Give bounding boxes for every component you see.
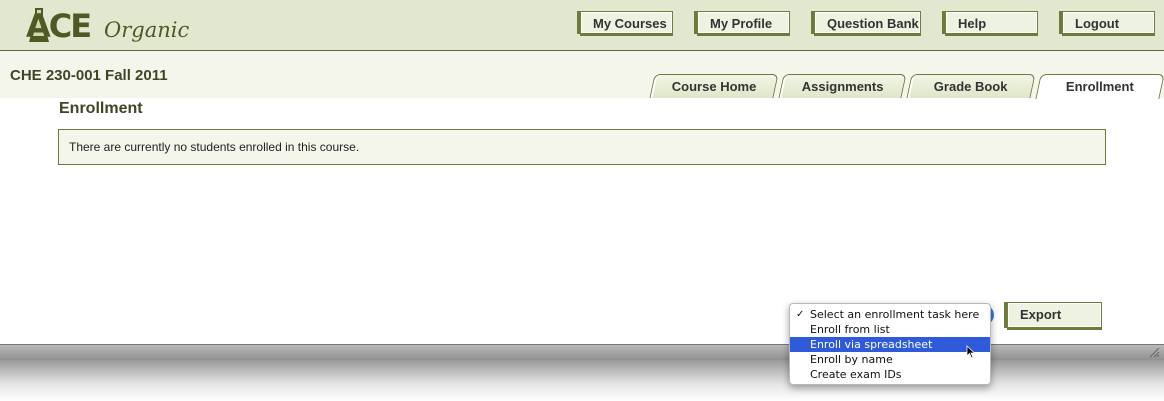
enrollment-notice: There are currently no students enrolled… bbox=[58, 129, 1106, 165]
menu-item-label: Enroll from list bbox=[810, 323, 890, 336]
menu-item-label: Select an enrollment task here bbox=[810, 308, 980, 321]
menu-item-enroll-via-spreadsheet[interactable]: Enroll via spreadsheet bbox=[790, 337, 990, 352]
tab-course-home[interactable]: Course Home bbox=[649, 74, 779, 98]
menu-item-enroll-by-name[interactable]: Enroll by name bbox=[790, 352, 990, 367]
checkmark-icon: ✓ bbox=[796, 309, 805, 320]
tab-grade-book[interactable]: Grade Book bbox=[906, 74, 1036, 98]
logout-label: Logout bbox=[1075, 16, 1120, 31]
my-courses-label: My Courses bbox=[593, 16, 667, 31]
export-label: Export bbox=[1020, 307, 1062, 322]
logout-button[interactable]: Logout bbox=[1062, 11, 1155, 34]
help-label: Help bbox=[958, 16, 987, 31]
top-header: ACE Organic My Courses My Profile Questi… bbox=[0, 0, 1164, 51]
tab-course-home-label: Course Home bbox=[671, 79, 757, 94]
help-button[interactable]: Help bbox=[945, 11, 1038, 34]
question-bank-label: Question Bank bbox=[827, 16, 919, 31]
logo-organic-text: Organic bbox=[104, 18, 190, 42]
tab-grade-book-label: Grade Book bbox=[933, 79, 1008, 94]
menu-item-label: Create exam IDs bbox=[810, 368, 902, 381]
my-courses-button[interactable]: My Courses bbox=[580, 11, 673, 34]
mouse-cursor-icon bbox=[966, 345, 976, 359]
menu-item-enroll-from-list[interactable]: Enroll from list bbox=[790, 322, 990, 337]
course-title: CHE 230-001 Fall 2011 bbox=[10, 67, 168, 84]
menu-item-label: Enroll via spreadsheet bbox=[810, 338, 933, 351]
logo-ace-text: ACE bbox=[26, 7, 92, 45]
resize-grip-icon[interactable] bbox=[1149, 347, 1160, 358]
question-bank-button[interactable]: Question Bank bbox=[814, 11, 921, 34]
ace-organic-logo[interactable]: ACE Organic bbox=[12, 4, 192, 48]
my-profile-button[interactable]: My Profile bbox=[697, 11, 790, 34]
menu-item-label: Enroll by name bbox=[810, 353, 893, 366]
my-profile-label: My Profile bbox=[710, 16, 773, 31]
tab-assignments[interactable]: Assignments bbox=[778, 74, 907, 98]
menu-item-select-task[interactable]: ✓ Select an enrollment task here bbox=[790, 307, 990, 322]
menu-item-create-exam-ids[interactable]: Create exam IDs bbox=[790, 367, 990, 382]
tab-enrollment[interactable]: Enrollment bbox=[1035, 74, 1164, 99]
tab-assignments-label: Assignments bbox=[801, 79, 884, 94]
page-title: Enrollment bbox=[59, 100, 143, 117]
tab-enrollment-label: Enrollment bbox=[1065, 79, 1134, 94]
enrollment-task-menu[interactable]: ✓ Select an enrollment task here Enroll … bbox=[789, 303, 991, 385]
export-button[interactable]: Export bbox=[1007, 302, 1102, 328]
